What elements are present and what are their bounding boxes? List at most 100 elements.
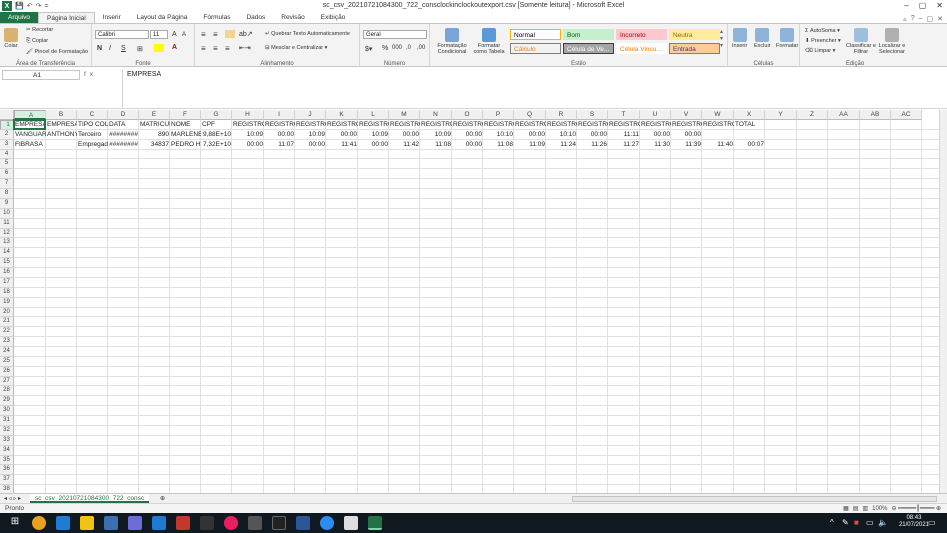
- cell-a3[interactable]: FIBRASA: [14, 140, 46, 150]
- tab-review[interactable]: Revisão: [273, 12, 312, 23]
- clear-button[interactable]: ⌫ Limpar ▾: [805, 48, 835, 54]
- align-top-icon[interactable]: ≡: [201, 30, 206, 39]
- column-header-d[interactable]: D: [108, 110, 139, 120]
- row-header[interactable]: 31: [0, 416, 14, 426]
- cell-g2[interactable]: 9,88E+10: [201, 130, 232, 140]
- cell-r3[interactable]: 11:24: [546, 140, 577, 150]
- column-header-s[interactable]: S: [577, 110, 608, 120]
- row-header[interactable]: 16: [0, 268, 14, 278]
- cell-style-5[interactable]: Célula de Ve...: [563, 43, 614, 54]
- cell-m3[interactable]: 11:42: [389, 140, 420, 150]
- cell-j2[interactable]: 10:09: [295, 130, 326, 140]
- row-header[interactable]: 7: [0, 179, 14, 190]
- format-as-table-button[interactable]: Formatar como Tabela: [472, 28, 506, 55]
- align-bottom-icon[interactable]: [225, 30, 235, 38]
- app-icon-5[interactable]: [320, 516, 334, 530]
- cell-m1[interactable]: REGISTRO: [389, 120, 420, 130]
- select-all-corner[interactable]: [0, 110, 14, 120]
- cell-d3[interactable]: ########: [108, 140, 139, 150]
- notifications-icon[interactable]: ▭: [928, 518, 936, 527]
- row-header[interactable]: 26: [0, 366, 14, 377]
- thousands-button[interactable]: 000: [392, 45, 402, 51]
- cell-o1[interactable]: REGISTRO: [452, 120, 483, 130]
- name-box[interactable]: A1: [2, 70, 80, 80]
- indent-icon[interactable]: ⇤⇥: [239, 44, 251, 52]
- row-header[interactable]: 18: [0, 287, 14, 298]
- cell-f3[interactable]: PEDRO HE: [170, 140, 201, 150]
- close-button[interactable]: ✕: [936, 1, 943, 10]
- merge-center-button[interactable]: ⊟ Mesclar e Centralizar ▾: [265, 45, 327, 51]
- column-header-h[interactable]: H: [232, 110, 264, 120]
- cell-x1[interactable]: TOTAL: [734, 120, 765, 130]
- column-header-m[interactable]: M: [389, 110, 420, 120]
- styles-scroll-icon[interactable]: ▴ ▾ ▾: [720, 28, 723, 49]
- align-center-icon[interactable]: ≡: [213, 44, 218, 53]
- copy-button[interactable]: ⎘ Copiar: [26, 38, 48, 45]
- font-color-icon[interactable]: A: [172, 44, 177, 51]
- cell-h2[interactable]: 10:09: [232, 130, 264, 140]
- chrome-icon[interactable]: [32, 516, 46, 530]
- cell-s3[interactable]: 11:26: [577, 140, 608, 150]
- cell-style-0[interactable]: Normal: [510, 29, 561, 40]
- cell-k3[interactable]: 11:41: [326, 140, 358, 150]
- cell-p1[interactable]: REGISTRO: [483, 120, 514, 130]
- row-header[interactable]: 3: [0, 139, 14, 150]
- column-header-q[interactable]: Q: [514, 110, 546, 120]
- cell-o3[interactable]: 00:00: [452, 140, 483, 150]
- find-select-button[interactable]: Localizar e Selecionar: [876, 28, 908, 55]
- format-painter-button[interactable]: 🖌 Pincel de Formatação: [26, 49, 88, 55]
- fill-color-icon[interactable]: [154, 44, 164, 52]
- cell-e2[interactable]: 890: [139, 130, 170, 140]
- shrink-font-button[interactable]: A: [182, 32, 186, 38]
- column-header-x[interactable]: X: [734, 110, 765, 120]
- cell-g3[interactable]: 7,32E+10: [201, 140, 232, 150]
- cell-q1[interactable]: REGISTRO: [514, 120, 546, 130]
- column-header-p[interactable]: P: [483, 110, 514, 120]
- column-header-j[interactable]: J: [295, 110, 326, 120]
- tray-app-icon[interactable]: ✎: [842, 518, 849, 527]
- row-header[interactable]: 1: [0, 120, 14, 130]
- row-header[interactable]: 19: [0, 297, 14, 308]
- underline-button[interactable]: S: [121, 45, 126, 52]
- column-header-b[interactable]: B: [46, 110, 77, 120]
- cell-v2[interactable]: 00:00: [671, 130, 702, 140]
- tray-chevron-icon[interactable]: ^: [830, 518, 834, 527]
- row-header[interactable]: 36: [0, 465, 14, 476]
- tab-insert[interactable]: Inserir: [95, 12, 129, 23]
- cell-v1[interactable]: REGISTRO: [671, 120, 702, 130]
- column-header-i[interactable]: I: [264, 110, 295, 120]
- vscode-icon[interactable]: [152, 516, 166, 530]
- windows-start-icon[interactable]: ⊞: [8, 516, 22, 530]
- cell-r1[interactable]: REGISTRO: [546, 120, 577, 130]
- tab-view[interactable]: Exibição: [313, 12, 354, 23]
- app-icon-2[interactable]: [200, 516, 214, 530]
- cell-k1[interactable]: REGISTRO: [326, 120, 358, 130]
- cell-a2[interactable]: VANGUAR: [14, 130, 46, 140]
- workbook-close-icon[interactable]: ✕: [937, 15, 943, 23]
- horizontal-scrollbar[interactable]: [572, 496, 937, 502]
- row-header[interactable]: 4: [0, 149, 14, 160]
- percent-button[interactable]: %: [382, 45, 388, 52]
- cell-u1[interactable]: REGISTRO: [640, 120, 671, 130]
- row-header[interactable]: 34: [0, 445, 14, 456]
- row-header[interactable]: 2: [0, 129, 14, 140]
- row-header[interactable]: 30: [0, 406, 14, 417]
- cell-style-7[interactable]: Entrada: [669, 43, 720, 54]
- row-header[interactable]: 22: [0, 327, 14, 338]
- cell-e3[interactable]: 34837: [139, 140, 170, 150]
- wrap-text-button[interactable]: ↵ Quebrar Texto Automaticamente: [265, 31, 350, 37]
- cell-style-3[interactable]: Neutra: [669, 29, 720, 40]
- column-header-u[interactable]: U: [640, 110, 671, 120]
- tab-formulas[interactable]: Fórmulas: [195, 12, 238, 23]
- formula-input[interactable]: EMPRESA: [122, 69, 937, 107]
- row-header[interactable]: 28: [0, 386, 14, 397]
- maximize-button[interactable]: ▢: [919, 1, 927, 10]
- cell-m2[interactable]: 00:00: [389, 130, 420, 140]
- sheet-tab[interactable]: sc_csv_20210721084300_722_consc: [30, 494, 150, 503]
- row-header[interactable]: 35: [0, 455, 14, 466]
- orientation-icon[interactable]: ab↗: [239, 30, 253, 38]
- font-name-select[interactable]: Calibri: [95, 30, 149, 39]
- cell-x3[interactable]: 00:07: [734, 140, 765, 150]
- cell-d2[interactable]: ########: [108, 130, 139, 140]
- cell-n1[interactable]: REGISTRO: [420, 120, 452, 130]
